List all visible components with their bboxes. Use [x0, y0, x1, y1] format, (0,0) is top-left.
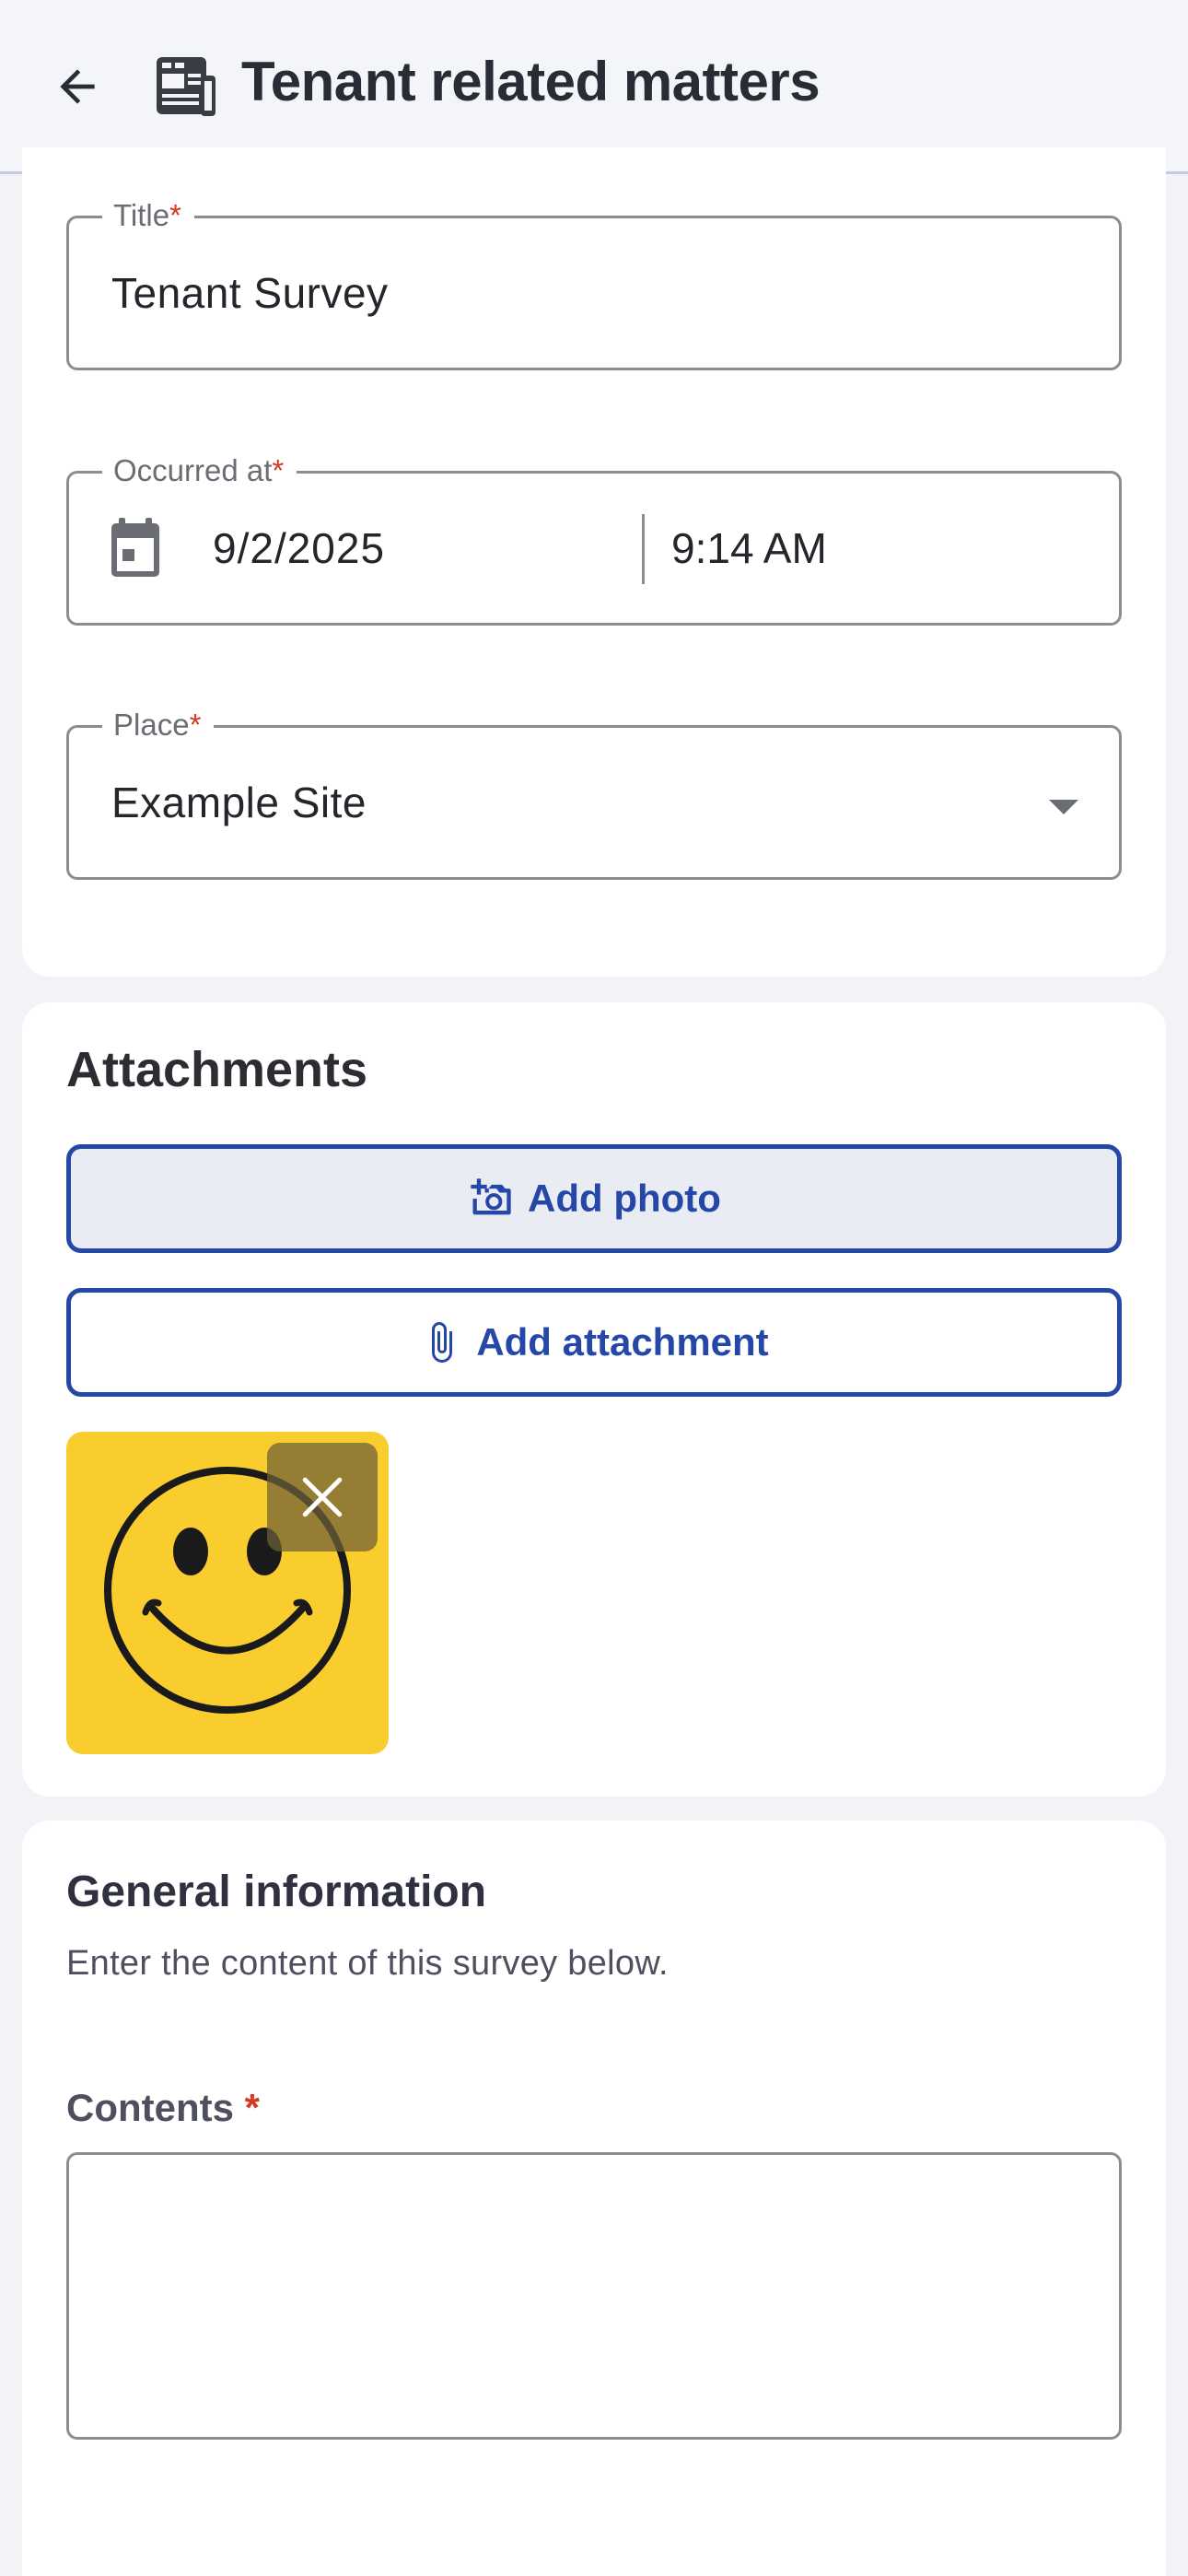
page-title: Tenant related matters [241, 51, 821, 112]
contents-label: Contents * [66, 2086, 261, 2129]
add-attachment-label: Add attachment [476, 1320, 769, 1364]
chevron-down-icon [1049, 800, 1078, 814]
calendar-icon[interactable] [108, 518, 163, 579]
time-input[interactable]: 9:14 AM [671, 523, 827, 573]
close-icon [302, 1477, 343, 1517]
date-input[interactable]: 9/2/2025 [213, 523, 385, 573]
occurred-at-field: Occurred at* 9/2/2025 9:14 AM [66, 450, 1122, 626]
general-info-description: Enter the content of this survey below. [66, 1944, 669, 1983]
place-label: Place* [102, 704, 215, 746]
remove-attachment-button[interactable] [267, 1443, 378, 1551]
add-photo-label: Add photo [528, 1177, 721, 1220]
paperclip-icon [432, 1322, 453, 1363]
date-time-divider [642, 514, 645, 584]
attachments-title: Attachments [66, 1042, 368, 1097]
add-photo-icon [471, 1178, 511, 1215]
add-attachment-button[interactable]: Add attachment [66, 1288, 1122, 1397]
title-field[interactable]: Title* Tenant Survey [66, 194, 1122, 370]
general-info-title: General information [66, 1868, 487, 1916]
attachment-thumbnail[interactable] [66, 1432, 389, 1754]
place-select[interactable]: Place* Example Site [66, 704, 1122, 880]
add-photo-button[interactable]: Add photo [66, 1144, 1122, 1253]
occurred-at-label: Occurred at* [102, 450, 297, 492]
document-icon [153, 53, 219, 120]
title-field-value: Tenant Survey [111, 269, 389, 317]
contents-textarea[interactable] [66, 2152, 1122, 2440]
place-value: Example Site [111, 779, 367, 826]
back-button[interactable] [44, 53, 111, 120]
title-field-label: Title* [102, 194, 194, 237]
arrow-left-icon [60, 69, 95, 104]
